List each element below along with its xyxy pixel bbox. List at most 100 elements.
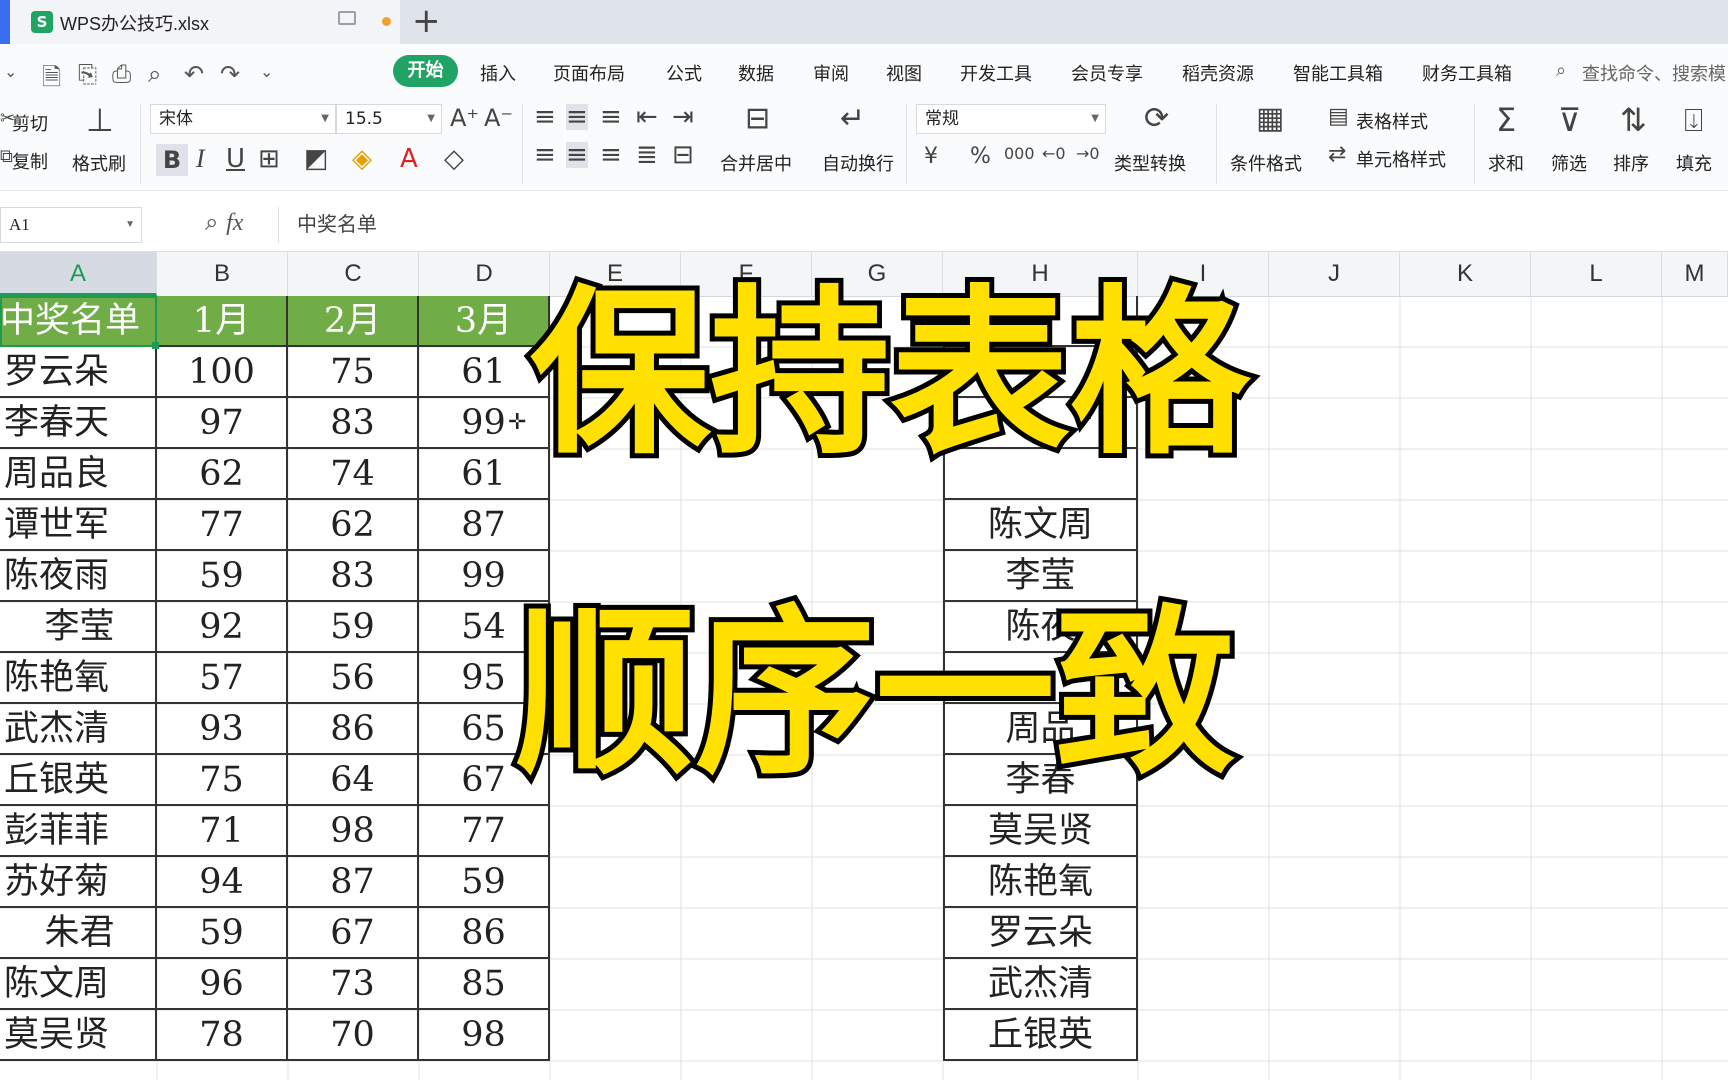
font-size-select[interactable]: 15.5 ▼ — [336, 104, 442, 134]
table-cell[interactable]: 朱君 — [0, 908, 157, 959]
menu-finance-toolbox[interactable]: 财务工具箱 — [1422, 60, 1512, 86]
thousands-separator-button[interactable]: 000 — [1004, 146, 1035, 162]
align-middle-icon[interactable]: ≡ — [566, 104, 588, 130]
table-cell[interactable]: 86 — [419, 908, 550, 959]
align-top-icon[interactable]: ≡ — [534, 104, 556, 130]
table-cell[interactable]: 62 — [288, 500, 419, 551]
italic-button[interactable]: I — [196, 146, 205, 172]
cell-shading-icon[interactable]: ◩ — [304, 146, 329, 172]
table-cell[interactable]: 59 — [419, 857, 550, 908]
font-name-select[interactable]: 宋体 ▼ — [150, 104, 336, 134]
bold-button[interactable]: B — [156, 144, 188, 176]
table-cell[interactable]: 98 — [288, 806, 419, 857]
print-icon[interactable]: ⎙ — [112, 60, 131, 88]
table-cell[interactable]: 59 — [288, 602, 419, 653]
table-cell[interactable]: 70 — [288, 1010, 419, 1061]
table-cell[interactable]: 莫吴贤 — [0, 1010, 157, 1061]
sort-button[interactable]: 排序 — [1613, 150, 1649, 176]
menu-review[interactable]: 审阅 — [813, 60, 849, 86]
font-color-button[interactable]: A — [400, 146, 418, 172]
table-cell[interactable]: 87 — [288, 857, 419, 908]
conditional-format-button[interactable]: 条件格式 — [1230, 150, 1302, 176]
decrease-decimal-icon[interactable]: →0 — [1076, 146, 1100, 162]
table-cell[interactable]: 62 — [157, 449, 288, 500]
export-icon[interactable]: ⎘ — [78, 60, 97, 88]
align-left-icon[interactable]: ≡ — [534, 142, 556, 168]
menu-data[interactable]: 数据 — [738, 60, 774, 86]
merge-center-button[interactable]: 合并居中 — [720, 150, 792, 176]
table-header-cell[interactable]: 1月 — [157, 296, 288, 347]
justify-icon[interactable]: ≣ — [636, 142, 658, 168]
fill-button[interactable]: 填充 — [1676, 150, 1712, 176]
filter-button[interactable]: 筛选 — [1551, 150, 1587, 176]
menu-smart-toolbox[interactable]: 智能工具箱 — [1293, 60, 1383, 86]
fill-color-icon[interactable]: ◈ — [352, 146, 372, 172]
border-icon[interactable]: ⊞ — [258, 146, 280, 172]
distributed-icon[interactable]: ⊟ — [672, 142, 694, 168]
cut-button[interactable]: 剪切 — [12, 110, 48, 136]
undo-icon[interactable]: ↶ — [184, 60, 204, 88]
table-cell[interactable]: 彭菲菲 — [0, 806, 157, 857]
table-cell[interactable]: 73 — [288, 959, 419, 1010]
column-h-cell[interactable]: 莫吴贤 — [943, 806, 1138, 857]
table-cell[interactable]: 75 — [157, 755, 288, 806]
new-tab-button[interactable]: + — [412, 2, 441, 40]
table-cell[interactable]: 83 — [288, 551, 419, 602]
table-header-cell[interactable]: 2月 — [288, 296, 419, 347]
table-cell[interactable]: 77 — [419, 806, 550, 857]
increase-indent-icon[interactable]: ⇥ — [672, 104, 694, 130]
table-cell[interactable]: 陈艳氧 — [0, 653, 157, 704]
table-cell[interactable]: 97 — [157, 398, 288, 449]
table-cell[interactable]: 87 — [419, 500, 550, 551]
zoom-icon[interactable]: ⌕ — [205, 208, 218, 236]
formula-input[interactable]: 中奖名单 — [278, 207, 1728, 243]
menu-member[interactable]: 会员专享 — [1071, 60, 1143, 86]
format-painter-button[interactable]: 格式刷 — [72, 150, 126, 176]
cell-style-button[interactable]: 单元格样式 — [1356, 146, 1446, 172]
decrease-font-icon[interactable]: A⁻ — [484, 106, 513, 130]
table-cell[interactable]: 92 — [157, 602, 288, 653]
screen-icon[interactable] — [338, 11, 356, 25]
chevron-down-icon[interactable]: ⌄ — [4, 62, 17, 81]
column-h-cell[interactable]: 丘银英 — [943, 1010, 1138, 1061]
table-cell[interactable]: 100 — [157, 347, 288, 398]
increase-font-icon[interactable]: A⁺ — [450, 106, 479, 130]
print-preview-icon[interactable]: ⌕ — [148, 60, 161, 88]
percent-button[interactable]: % — [970, 146, 991, 168]
command-search[interactable]: 查找命令、搜索模 — [1582, 60, 1726, 86]
table-cell[interactable]: 74 — [288, 449, 419, 500]
table-cell[interactable]: 周品良 — [0, 449, 157, 500]
align-center-icon[interactable]: ≡ — [566, 142, 588, 168]
sum-button[interactable]: 求和 — [1488, 150, 1524, 176]
underline-button[interactable]: U — [226, 146, 245, 172]
column-header-j[interactable]: J — [1269, 252, 1400, 296]
table-cell[interactable]: 56 — [288, 653, 419, 704]
table-cell[interactable]: 67 — [288, 908, 419, 959]
table-cell[interactable]: 93 — [157, 704, 288, 755]
table-cell[interactable]: 78 — [157, 1010, 288, 1061]
table-style-button[interactable]: 表格样式 — [1356, 108, 1428, 134]
customize-toolbar-icon[interactable]: ⌄ — [260, 62, 273, 81]
column-h-cell[interactable]: 陈艳氧 — [943, 857, 1138, 908]
column-header-k[interactable]: K — [1400, 252, 1531, 296]
redo-icon[interactable]: ↷ — [220, 60, 240, 88]
table-cell[interactable]: 李莹 — [0, 602, 157, 653]
save-icon[interactable]: 🗎 — [42, 60, 61, 101]
table-cell[interactable]: 武杰清 — [0, 704, 157, 755]
table-cell[interactable]: 罗云朵 — [0, 347, 157, 398]
currency-button[interactable]: ¥ — [924, 146, 938, 168]
table-cell[interactable]: 71 — [157, 806, 288, 857]
table-cell[interactable]: 94 — [157, 857, 288, 908]
table-cell[interactable]: 85 — [419, 959, 550, 1010]
table-cell[interactable]: 86 — [288, 704, 419, 755]
column-header-a[interactable]: A — [0, 252, 157, 296]
search-icon[interactable]: ⌕ — [1556, 60, 1566, 81]
column-h-cell[interactable]: 罗云朵 — [943, 908, 1138, 959]
name-box[interactable]: A1 ▼ — [0, 207, 142, 243]
menu-docer[interactable]: 稻壳资源 — [1182, 60, 1254, 86]
table-cell[interactable]: 陈夜雨 — [0, 551, 157, 602]
column-header-c[interactable]: C — [288, 252, 419, 296]
align-right-icon[interactable]: ≡ — [600, 142, 622, 168]
column-header-m[interactable]: M — [1662, 252, 1728, 296]
table-cell[interactable]: 丘银英 — [0, 755, 157, 806]
